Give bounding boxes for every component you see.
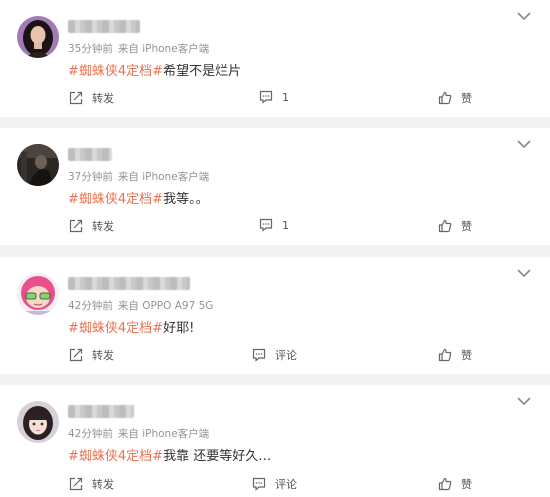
post-body: 希望不是烂片 bbox=[163, 64, 242, 79]
post-card: 37分钟前 来自 iPhone客户端 #蜘蛛侠4定档#我等。。 转发 1 赞 bbox=[0, 128, 550, 245]
repost-label: 转发 bbox=[92, 478, 114, 491]
avatar[interactable] bbox=[17, 273, 59, 315]
repost-label: 转发 bbox=[92, 220, 114, 233]
hashtag-link[interactable]: #蜘蛛侠4定档# bbox=[68, 449, 163, 464]
comment-icon bbox=[259, 90, 273, 104]
chevron-down-icon[interactable] bbox=[516, 395, 532, 407]
comment-count: 1 bbox=[282, 218, 289, 232]
username-blurred[interactable] bbox=[68, 20, 140, 33]
hashtag-link[interactable]: #蜘蛛侠4定档# bbox=[68, 192, 163, 207]
comment-count: 1 bbox=[282, 90, 289, 104]
repost-icon bbox=[69, 219, 83, 233]
comment-label: 评论 bbox=[275, 349, 297, 362]
post-card: 42分钟前 来自 iPhone客户端 #蜘蛛侠4定档#我靠 还要等好久… 转发 评… bbox=[0, 385, 550, 497]
thumbs-up-icon bbox=[438, 348, 452, 362]
repost-label: 转发 bbox=[92, 349, 114, 362]
comment-button[interactable]: 1 bbox=[259, 218, 289, 232]
comment-icon bbox=[259, 218, 273, 232]
repost-button[interactable]: 转发 bbox=[69, 476, 114, 492]
comment-button[interactable]: 评论 bbox=[252, 347, 297, 363]
repost-button[interactable]: 转发 bbox=[69, 90, 114, 106]
post-meta: 37分钟前 来自 iPhone客户端 bbox=[68, 169, 209, 184]
avatar[interactable] bbox=[17, 16, 59, 58]
post-body: 我等。。 bbox=[163, 192, 209, 207]
repost-button[interactable]: 转发 bbox=[69, 218, 114, 234]
repost-icon bbox=[69, 348, 83, 362]
chevron-down-icon[interactable] bbox=[516, 10, 532, 22]
comment-button[interactable]: 1 bbox=[259, 90, 289, 104]
avatar[interactable] bbox=[17, 144, 59, 186]
post-time[interactable]: 37分钟前 bbox=[68, 171, 113, 183]
thumbs-up-icon bbox=[438, 219, 452, 233]
like-button[interactable]: 赞 bbox=[438, 90, 472, 106]
comment-label: 评论 bbox=[275, 478, 297, 491]
thumbs-up-icon bbox=[438, 91, 452, 105]
post-card: 42分钟前 来自 OPPO A97 5G #蜘蛛侠4定档#好耶! 转发 评论 赞 bbox=[0, 257, 550, 374]
post-meta: 42分钟前 来自 iPhone客户端 bbox=[68, 426, 209, 441]
post-text: #蜘蛛侠4定档#希望不是烂片 bbox=[68, 60, 241, 79]
post-time[interactable]: 35分钟前 bbox=[68, 43, 113, 55]
like-button[interactable]: 赞 bbox=[438, 476, 472, 492]
repost-button[interactable]: 转发 bbox=[69, 347, 114, 363]
post-actions: 转发 1 赞 bbox=[0, 90, 550, 110]
repost-icon bbox=[69, 477, 83, 491]
repost-label: 转发 bbox=[92, 92, 114, 105]
avatar[interactable] bbox=[17, 401, 59, 443]
post-actions: 转发 评论 赞 bbox=[0, 347, 550, 367]
post-body: 好耶! bbox=[163, 321, 195, 336]
post-text: #蜘蛛侠4定档#好耶! bbox=[68, 317, 194, 336]
weibo-feed: 35分钟前来自 iPhone客户端 #蜘蛛侠4定档#希望不是烂片 转发 1 赞 bbox=[0, 0, 550, 497]
post-time[interactable]: 42分钟前 bbox=[68, 300, 113, 312]
like-button[interactable]: 赞 bbox=[438, 218, 472, 234]
post-actions: 转发 1 赞 bbox=[0, 218, 550, 238]
post-body: 我靠 还要等好久… bbox=[163, 449, 272, 464]
like-button[interactable]: 赞 bbox=[438, 347, 472, 363]
comment-icon bbox=[252, 348, 266, 362]
post-source: 来自 OPPO A97 5G bbox=[117, 300, 214, 312]
repost-icon bbox=[69, 91, 83, 105]
post-source: 来自 iPhone客户端 bbox=[117, 428, 210, 440]
like-label: 赞 bbox=[461, 220, 472, 233]
post-card: 35分钟前 来自 iPhone客户端 #蜘蛛侠4定档#希望不是烂片 转发 1 赞 bbox=[0, 0, 550, 117]
like-label: 赞 bbox=[461, 478, 472, 491]
hashtag-link[interactable]: #蜘蛛侠4定档# bbox=[68, 64, 163, 79]
post-text: #蜘蛛侠4定档#我靠 还要等好久… bbox=[68, 445, 271, 464]
post-meta: 42分钟前 来自 OPPO A97 5G bbox=[68, 298, 213, 313]
like-label: 赞 bbox=[461, 349, 472, 362]
comment-icon bbox=[252, 477, 266, 491]
thumbs-up-icon bbox=[438, 477, 452, 491]
post-meta: 35分钟前 来自 iPhone客户端 bbox=[68, 41, 209, 56]
post-text: #蜘蛛侠4定档#我等。。 bbox=[68, 188, 209, 207]
hashtag-link[interactable]: #蜘蛛侠4定档# bbox=[68, 321, 163, 336]
post-source: 来自 iPhone客户端 bbox=[117, 43, 210, 55]
chevron-down-icon[interactable] bbox=[516, 267, 532, 279]
post-source: 来自 iPhone客户端 bbox=[117, 171, 210, 183]
username-blurred[interactable] bbox=[68, 277, 190, 290]
chevron-down-icon[interactable] bbox=[516, 138, 532, 150]
post-actions: 转发 评论 赞 bbox=[0, 476, 550, 496]
username-blurred[interactable] bbox=[68, 148, 112, 161]
like-label: 赞 bbox=[461, 92, 472, 105]
post-time[interactable]: 42分钟前 bbox=[68, 428, 113, 440]
comment-button[interactable]: 评论 bbox=[252, 476, 297, 492]
username-blurred[interactable] bbox=[68, 405, 134, 418]
